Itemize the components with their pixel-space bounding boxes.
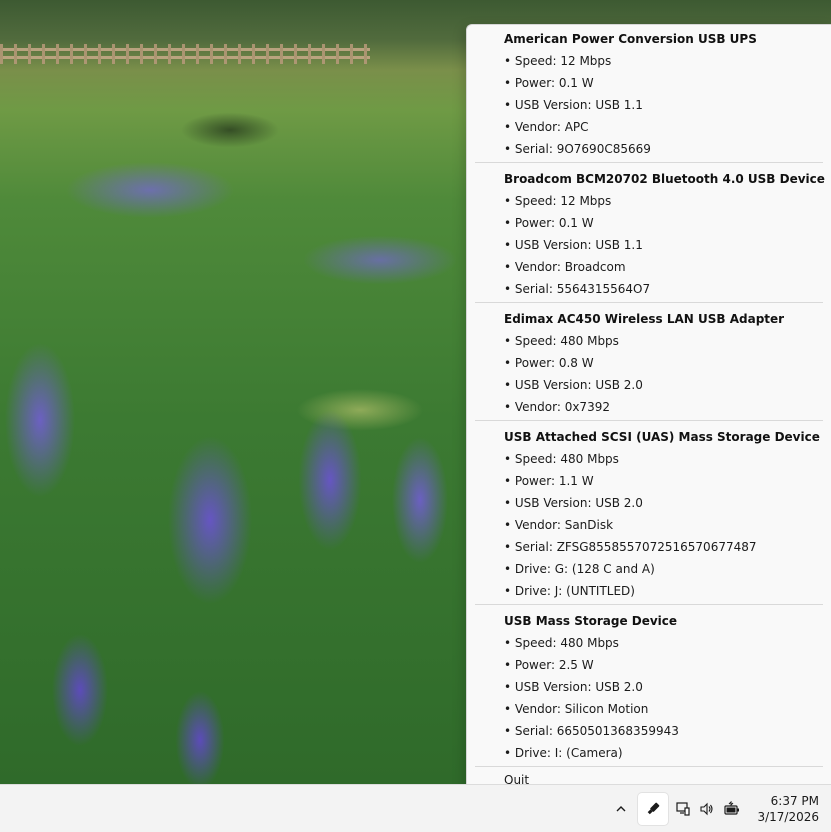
network-tray-button[interactable] [672,793,694,825]
device-section: Edimax AC450 Wireless LAN USB Adapter • S… [467,305,831,418]
device-detail-item[interactable]: • Vendor: 0x7392 [467,396,831,418]
device-detail-item[interactable]: • Speed: 12 Mbps [467,50,831,72]
device-detail-item[interactable]: • Serial: ZFSG8558557072516570677487 [467,536,831,558]
taskbar-clock[interactable]: 6:37 PM 3/17/2026 [757,793,819,825]
device-detail-item[interactable]: • Speed: 480 Mbps [467,330,831,352]
device-detail-item[interactable]: • Drive: J: (UNTITLED) [467,580,831,602]
menu-separator [475,766,823,767]
menu-separator [475,604,823,605]
usb-stick-icon [645,801,661,817]
device-name-item[interactable]: USB Attached SCSI (UAS) Mass Storage Dev… [467,426,831,448]
device-detail-item[interactable]: • Vendor: Broadcom [467,256,831,278]
device-detail-item[interactable]: • USB Version: USB 2.0 [467,676,831,698]
wallpaper-fence [0,44,370,64]
menu-separator [475,420,823,421]
device-detail-item[interactable]: • Power: 2.5 W [467,654,831,676]
device-detail-item[interactable]: • USB Version: USB 2.0 [467,374,831,396]
device-name-item[interactable]: USB Mass Storage Device [467,610,831,632]
device-name-item[interactable]: American Power Conversion USB UPS [467,28,831,50]
device-detail-item[interactable]: • Vendor: SanDisk [467,514,831,536]
device-section: Broadcom BCM20702 Bluetooth 4.0 USB Devi… [467,165,831,300]
menu-separator [475,162,823,163]
device-detail-item[interactable]: • USB Version: USB 2.0 [467,492,831,514]
volume-tray-button[interactable] [696,793,718,825]
device-section: American Power Conversion USB UPS • Speed… [467,25,831,160]
device-list: American Power Conversion USB UPS • Speed… [467,25,831,764]
device-detail-item[interactable]: • Vendor: Silicon Motion [467,698,831,720]
show-hidden-icons-button[interactable] [608,793,634,825]
usb-tray-button[interactable] [638,793,668,825]
clock-date: 3/17/2026 [757,810,819,824]
device-name-item[interactable]: Broadcom BCM20702 Bluetooth 4.0 USB Devi… [467,168,831,190]
device-detail-item[interactable]: • Power: 0.1 W [467,212,831,234]
speaker-icon [699,801,715,817]
device-detail-item[interactable]: • Vendor: APC [467,116,831,138]
battery-icon [723,801,741,817]
device-detail-item[interactable]: • Speed: 12 Mbps [467,190,831,212]
device-detail-item[interactable]: • Drive: I: (Camera) [467,742,831,764]
menu-separator [475,302,823,303]
device-section: USB Mass Storage Device • Speed: 480 Mbps… [467,607,831,764]
device-detail-item[interactable]: • Speed: 480 Mbps [467,632,831,654]
battery-tray-button[interactable] [720,793,744,825]
taskbar: 6:37 PM 3/17/2026 [0,784,831,832]
device-detail-item[interactable]: • USB Version: USB 1.1 [467,234,831,256]
device-name-item[interactable]: Edimax AC450 Wireless LAN USB Adapter [467,308,831,330]
device-detail-item[interactable]: • Speed: 480 Mbps [467,448,831,470]
device-detail-item[interactable]: • USB Version: USB 1.1 [467,94,831,116]
device-detail-item[interactable]: • Drive: G: (128 C and A) [467,558,831,580]
clock-time: 6:37 PM [770,794,819,808]
device-detail-item[interactable]: • Power: 0.1 W [467,72,831,94]
device-detail-item[interactable]: • Power: 0.8 W [467,352,831,374]
device-detail-item[interactable]: • Power: 1.1 W [467,470,831,492]
chevron-up-icon [615,803,627,815]
device-detail-item[interactable]: • Serial: 9O7690C85669 [467,138,831,160]
device-detail-item[interactable]: • Serial: 5564315564O7 [467,278,831,300]
network-icon [675,801,691,817]
usb-devices-menu: American Power Conversion USB UPS • Speed… [466,24,831,799]
device-section: USB Attached SCSI (UAS) Mass Storage Dev… [467,423,831,602]
device-detail-item[interactable]: • Serial: 6650501368359943 [467,720,831,742]
